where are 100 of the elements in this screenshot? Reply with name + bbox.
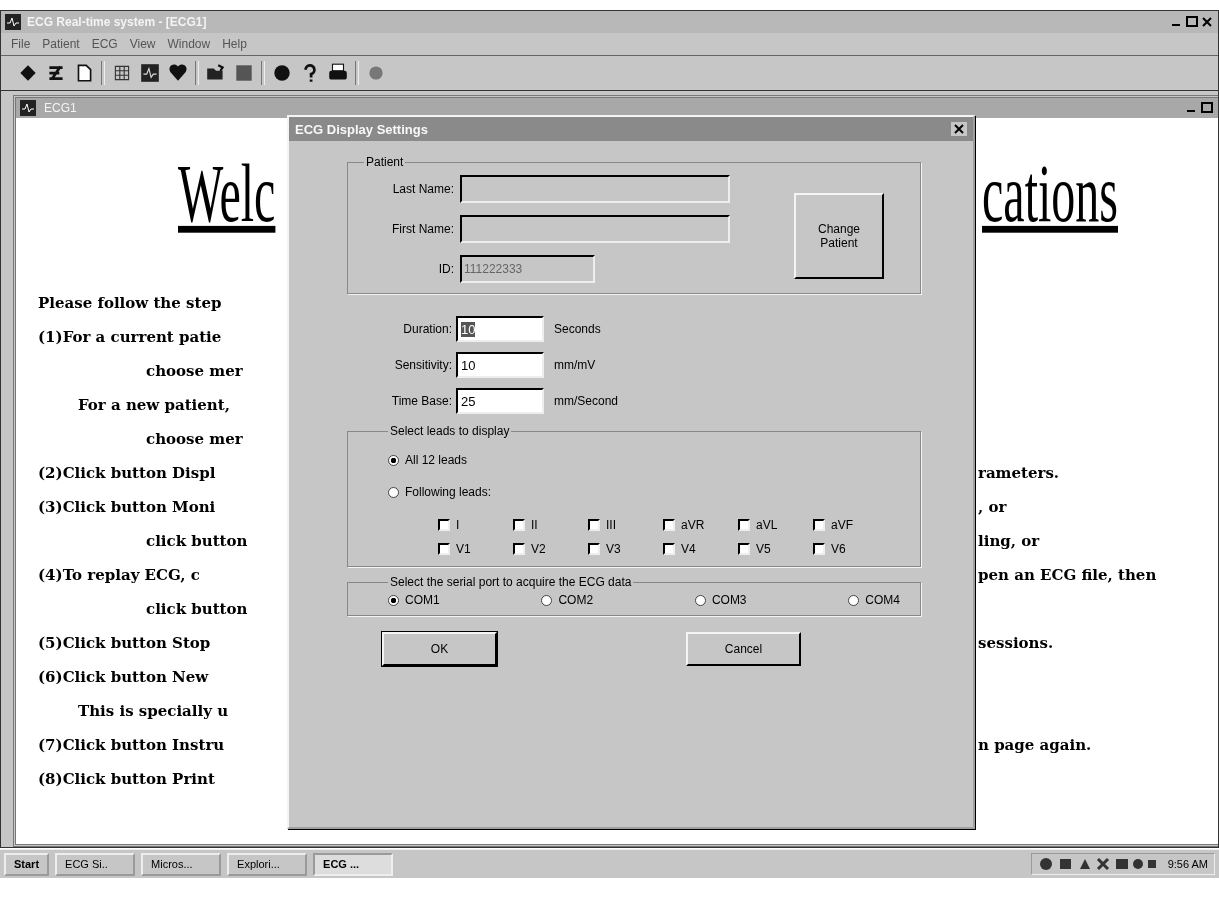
input-field[interactable]: 10 <box>456 352 544 378</box>
lead-label[interactable]: V3 <box>606 542 621 556</box>
instruction-text: (2)Click button Displ <box>38 464 216 482</box>
field-label: Time Base: <box>390 394 453 408</box>
instruction-text: click button <box>146 600 248 618</box>
lead-label[interactable]: V5 <box>756 542 771 556</box>
instruction-text: For a new patient, <box>78 396 230 414</box>
lead-label[interactable]: aVF <box>831 518 853 532</box>
instruction-text: click button <box>146 532 248 550</box>
instruction-text: (6)Click button New <box>38 668 209 686</box>
checkbox[interactable] <box>588 519 600 531</box>
option-label[interactable]: COM3 <box>711 593 747 607</box>
menu-item[interactable]: ECG <box>91 37 118 51</box>
taskbar-button[interactable]: Explori... <box>227 852 308 876</box>
ecg-icon <box>20 100 36 116</box>
maximize-icon[interactable] <box>1185 16 1199 28</box>
change-patient-button[interactable]: Change Patient <box>794 193 884 279</box>
radio-button[interactable] <box>388 454 399 466</box>
lead-label[interactable]: I <box>456 518 460 532</box>
window-title: ECG Real-time system - [ECG1] <box>27 15 207 29</box>
instruction-text: (4)To replay ECG, c <box>38 566 200 584</box>
square-icon[interactable] <box>233 62 255 84</box>
menu-item[interactable]: Help <box>222 37 247 51</box>
instruction-text: pen an ECG file, then <box>978 566 1158 584</box>
heading-text: cations <box>982 146 1118 240</box>
field-label: First Name: <box>391 222 455 236</box>
field-label: Sensitivity: <box>393 358 453 372</box>
app-icon <box>5 14 21 30</box>
instruction-text: Please follow the step <box>38 294 222 312</box>
instruction-text: , or <box>978 498 1008 516</box>
option-label[interactable]: COM2 <box>558 593 594 607</box>
checkbox[interactable] <box>738 519 750 531</box>
radio-button[interactable] <box>388 594 399 606</box>
start-button[interactable]: Start <box>4 852 50 876</box>
group-label: Select the serial port to acquire the ECG data <box>389 575 633 589</box>
clock-text: 9:56 AM <box>1167 858 1208 870</box>
checkbox[interactable] <box>663 543 675 555</box>
menu-item[interactable]: Window <box>167 37 211 51</box>
menu-item[interactable]: File <box>11 37 31 51</box>
instruction-text: (5)Click button Stop <box>38 634 211 652</box>
checkbox[interactable] <box>813 543 825 555</box>
instruction-text: rameters. <box>978 464 1061 482</box>
lead-label[interactable]: III <box>606 518 616 532</box>
instruction-text: n page again. <box>978 736 1093 754</box>
radio-button[interactable] <box>694 594 706 606</box>
lead-label[interactable]: V6 <box>831 542 846 556</box>
instruction-text: choose mer <box>146 362 243 380</box>
dialog-title: ECG Display Settings <box>295 121 428 137</box>
checkbox[interactable] <box>513 519 525 531</box>
ok-button[interactable]: OK <box>382 632 497 666</box>
unit-label: mm/mV <box>553 358 596 372</box>
instruction-text: (1)For a current patie <box>38 328 222 346</box>
monitor-icon[interactable] <box>139 62 161 84</box>
lead-label[interactable]: V2 <box>531 542 546 556</box>
checkbox[interactable] <box>588 543 600 555</box>
lead-label[interactable]: II <box>531 518 538 532</box>
checkbox[interactable] <box>663 519 675 531</box>
cancel-button[interactable]: Cancel <box>686 632 801 666</box>
checkbox[interactable] <box>438 543 450 555</box>
option-label[interactable]: All 12 leads <box>405 453 468 467</box>
checkbox[interactable] <box>813 519 825 531</box>
radio-button[interactable] <box>541 594 553 606</box>
menu-item[interactable]: View <box>129 37 156 51</box>
field-label: ID: <box>437 262 455 276</box>
close-icon[interactable] <box>1200 16 1214 28</box>
close-icon[interactable] <box>951 122 967 136</box>
option-label[interactable]: COM4 <box>865 593 900 607</box>
option-label[interactable]: COM1 <box>405 593 440 607</box>
lead-label[interactable]: aVR <box>681 518 705 532</box>
taskbar-button[interactable]: ECG ... <box>313 852 394 876</box>
radio-button[interactable] <box>388 486 399 498</box>
taskbar-button[interactable]: Micros... <box>141 852 222 876</box>
menu-item[interactable]: Patient <box>42 37 80 51</box>
taskbar-button[interactable]: ECG Si.. <box>55 852 136 876</box>
group-label: Patient <box>365 155 405 169</box>
lead-label[interactable]: aVL <box>756 518 778 532</box>
instruction-text: This is specially u <box>78 702 229 720</box>
group-label: Select leads to display <box>389 424 511 438</box>
instruction-text: (7)Click button Instru <box>38 736 225 754</box>
heading-text: Welc <box>178 146 276 240</box>
instruction-text: (3)Click button Moni <box>38 498 216 516</box>
input-field[interactable]: 10 <box>456 316 544 342</box>
instruction-text: choose mer <box>146 430 243 448</box>
input-field[interactable]: 25 <box>456 388 544 414</box>
field-label: Duration: <box>402 322 453 336</box>
checkbox[interactable] <box>513 543 525 555</box>
instruction-text: ling, or <box>978 532 1041 550</box>
maximize-icon[interactable] <box>1200 102 1214 114</box>
option-label[interactable]: Following leads: <box>405 485 492 499</box>
lead-label[interactable]: V1 <box>456 542 471 556</box>
checkbox[interactable] <box>738 543 750 555</box>
checkbox[interactable] <box>438 519 450 531</box>
unit-label: mm/Second <box>553 394 619 408</box>
lead-label[interactable]: V4 <box>681 542 696 556</box>
unit-label: Seconds <box>553 322 601 336</box>
field-label: Last Name: <box>391 182 455 196</box>
radio-button[interactable] <box>848 594 860 606</box>
document-title: ECG1 <box>44 101 77 115</box>
instruction-text: sessions. <box>978 634 1055 652</box>
instruction-text: (8)Click button Print <box>38 770 215 788</box>
